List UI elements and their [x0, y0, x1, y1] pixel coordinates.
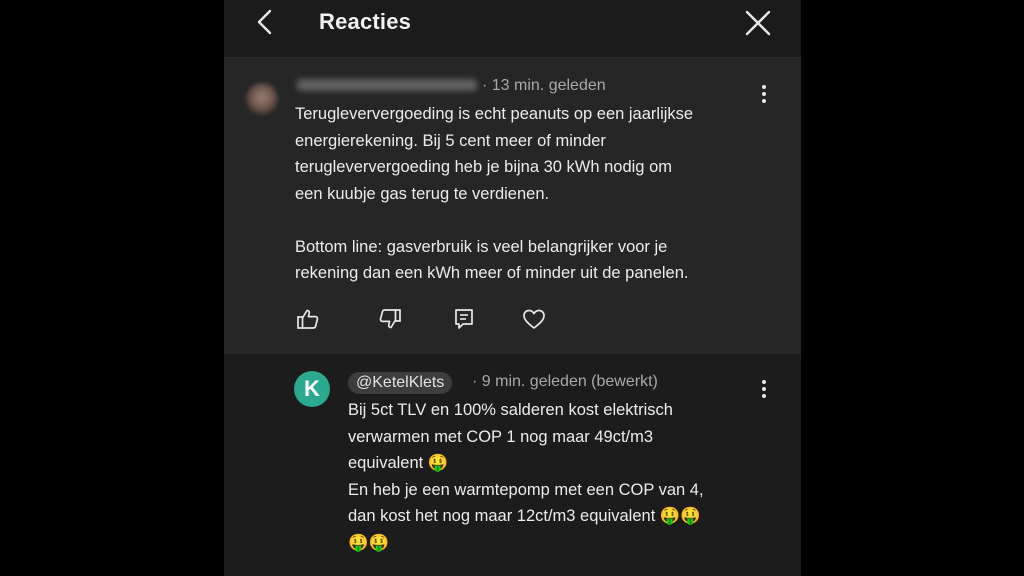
thumbs-down-icon — [379, 309, 401, 329]
comments-panel: Reacties · 13 min. geleden Terugleverver… — [224, 0, 801, 576]
heart-icon — [523, 309, 545, 329]
username-redacted — [297, 79, 477, 91]
thumbs-up-icon — [297, 309, 319, 329]
reply-icon — [455, 309, 473, 329]
reply-item: K @KetelKlets · 9 min. geleden (bewerkt)… — [224, 354, 801, 576]
reply-button[interactable] — [451, 306, 477, 332]
heart-button[interactable] — [521, 306, 547, 332]
chevron-left-icon — [257, 9, 272, 35]
comment-timestamp: · 13 min. geleden — [482, 77, 606, 94]
comment-text: Terugleververgoeding is echt peanuts op … — [295, 105, 694, 282]
dislike-button[interactable] — [377, 306, 403, 332]
comment-item: · 13 min. geleden Terugleververgoeding i… — [224, 58, 801, 354]
page-title: Reacties — [319, 9, 412, 34]
like-button[interactable] — [295, 306, 321, 332]
header-bar: Reacties — [224, 0, 801, 58]
close-icon — [745, 10, 771, 36]
back-button[interactable] — [252, 8, 280, 36]
reply-timestamp: · 9 min. geleden (bewerkt) — [472, 373, 658, 390]
avatar[interactable] — [246, 83, 278, 115]
reply-author-handle[interactable]: @KetelKlets — [348, 372, 453, 394]
close-button[interactable] — [744, 9, 772, 37]
reply-text: Bij 5ct TLV en 100% salderen kost elektr… — [348, 401, 704, 552]
avatar[interactable]: K — [294, 371, 330, 407]
